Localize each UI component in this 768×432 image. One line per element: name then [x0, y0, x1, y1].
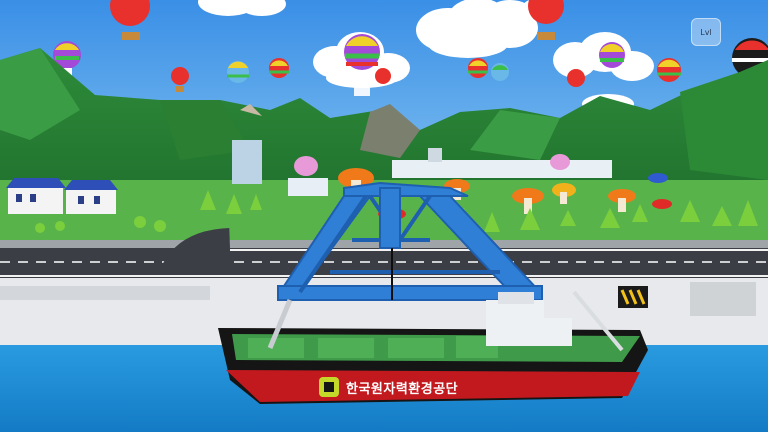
balloon	[491, 63, 509, 81]
game-viewport[interactable]: Lvl 한국원자력환경공단	[0, 0, 768, 432]
balloon	[227, 61, 249, 83]
barrier	[618, 286, 648, 308]
korad-logo-icon	[318, 376, 340, 398]
ship-company-name: 한국원자력환경공단	[346, 381, 459, 397]
houses	[6, 178, 118, 214]
balloon	[567, 69, 585, 87]
balloon	[599, 42, 625, 68]
balloon	[269, 58, 289, 78]
balloon	[375, 68, 391, 84]
hud-menu-label: Lvl	[700, 27, 712, 37]
world-scene	[0, 0, 768, 432]
balloon	[468, 58, 488, 78]
balloon	[657, 58, 681, 82]
hud-menu-button[interactable]: Lvl	[691, 18, 721, 46]
ship-hull-label: 한국원자력환경공단	[318, 376, 458, 398]
